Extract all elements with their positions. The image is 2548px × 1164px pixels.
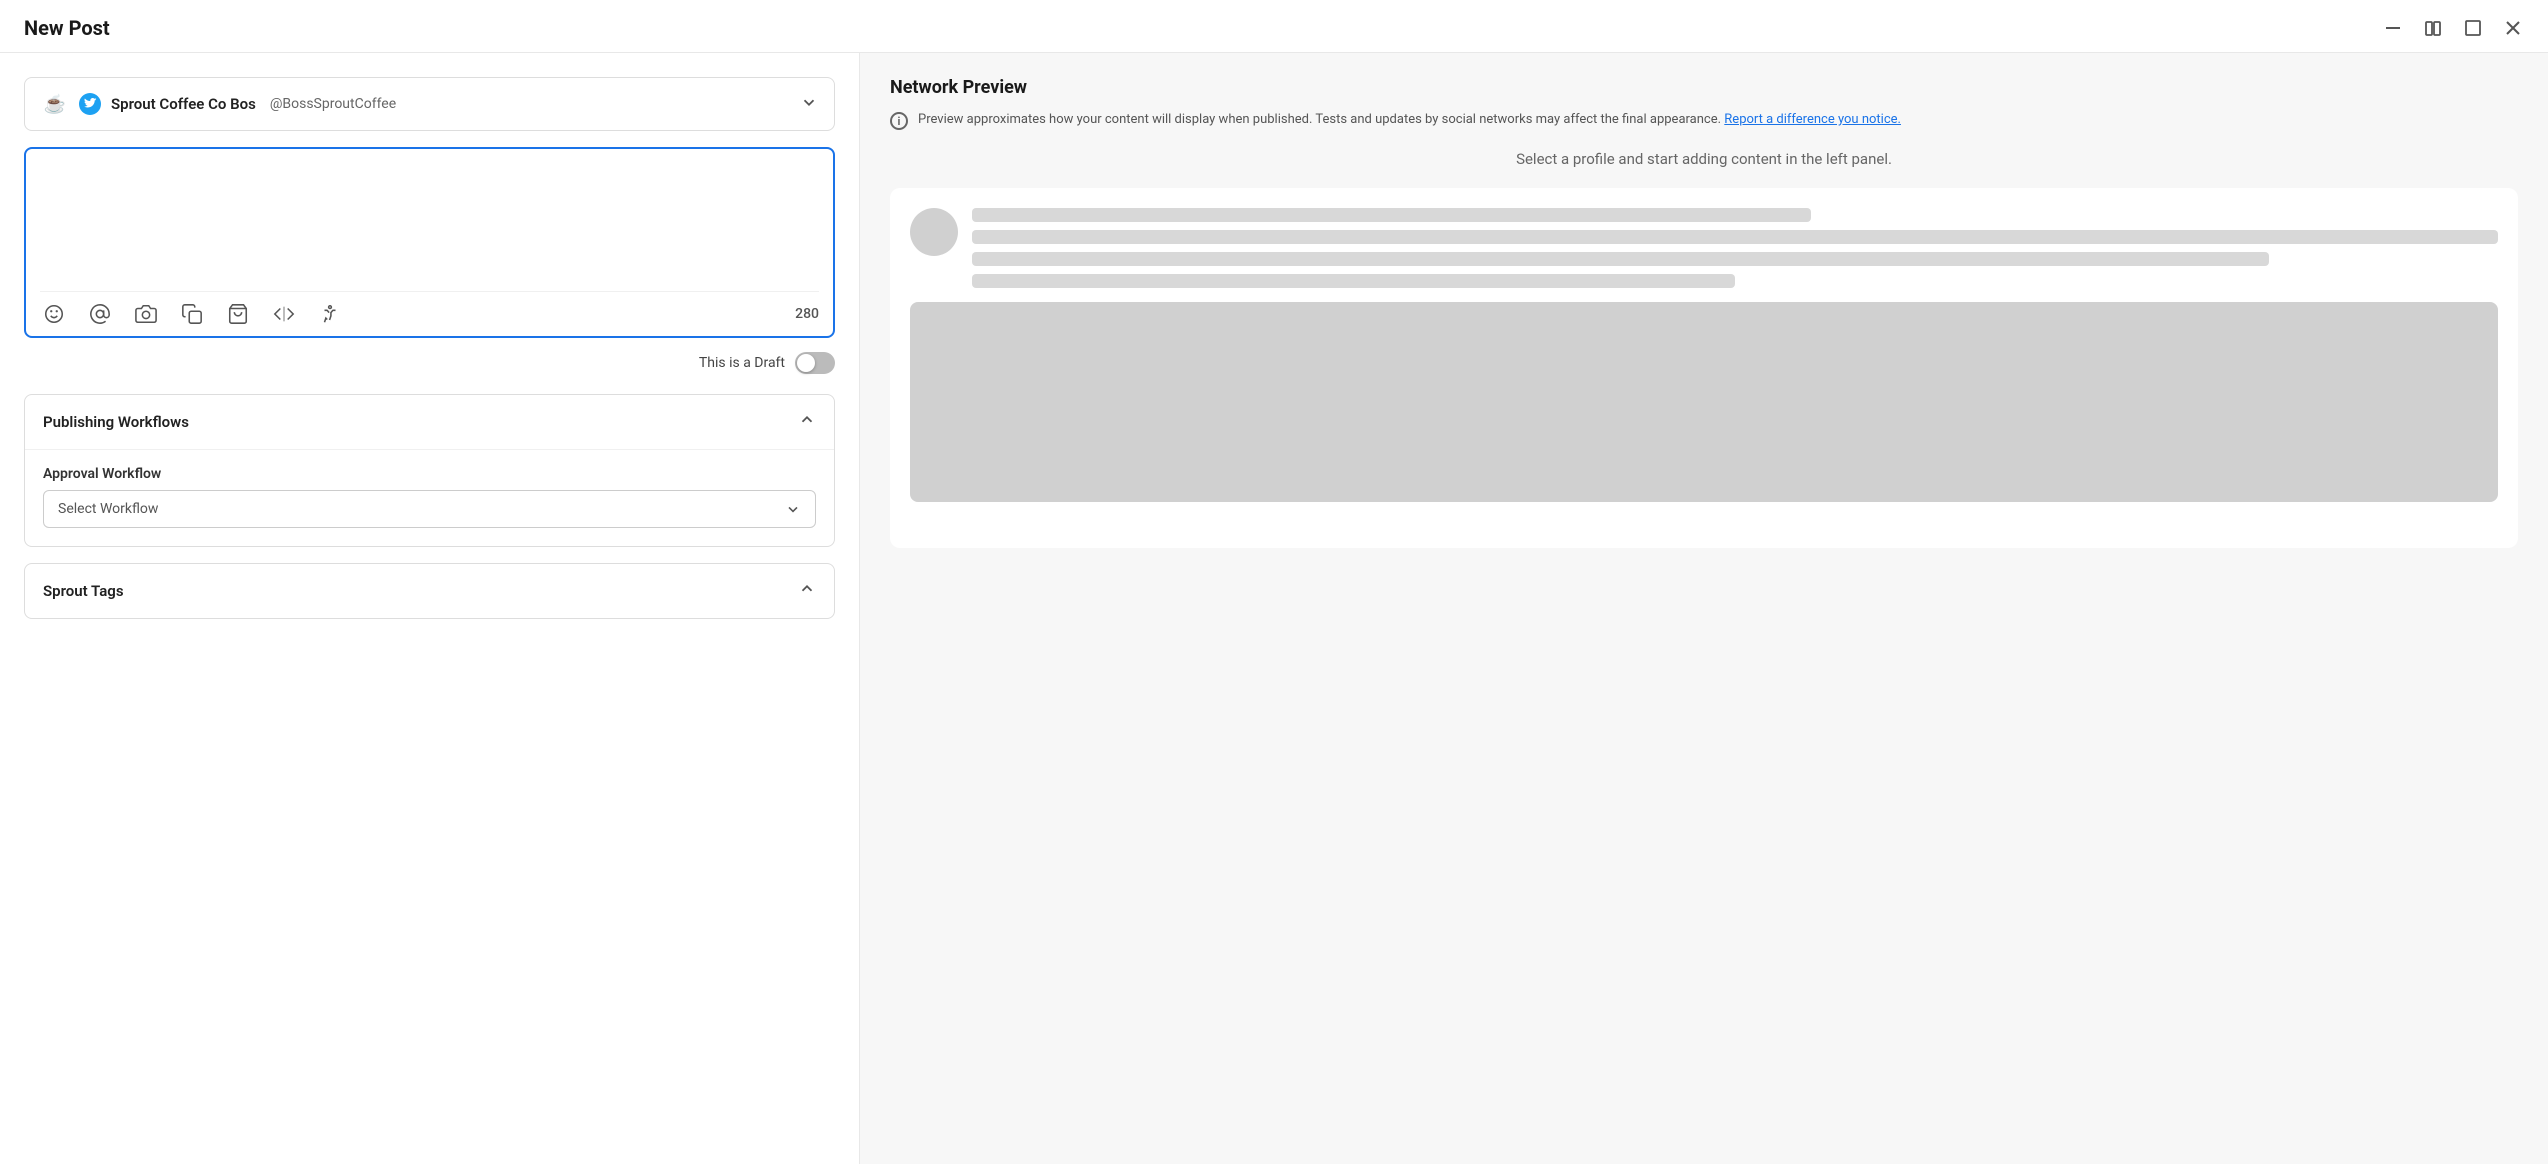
sprout-tags-chevron-icon <box>798 580 816 602</box>
right-panel: Network Preview i Preview approximates h… <box>860 53 2548 1164</box>
publishing-workflows-header[interactable]: Publishing Workflows <box>25 395 834 449</box>
toolbar: 280 <box>40 291 819 328</box>
duplicate-icon[interactable] <box>178 300 206 328</box>
sprout-tags-title: Sprout Tags <box>43 582 124 600</box>
product-icon[interactable] <box>224 300 252 328</box>
emoji-icon[interactable] <box>40 300 68 328</box>
mock-line-3 <box>972 252 2269 266</box>
draft-toggle[interactable] <box>795 352 835 374</box>
mock-line-1 <box>972 208 1811 222</box>
preview-mockup <box>890 188 2518 548</box>
sprout-tags-header[interactable]: Sprout Tags <box>25 564 834 618</box>
camera-icon[interactable] <box>132 300 160 328</box>
mock-avatar <box>910 208 958 256</box>
twitter-icon <box>79 93 101 115</box>
publishing-workflows-chevron-icon <box>798 411 816 433</box>
sprout-tags-section: Sprout Tags <box>24 563 835 619</box>
profile-left: ☕ Sprout Coffee Co Bos @BossSproutCoffee <box>41 90 396 118</box>
expand-icon[interactable] <box>2422 17 2444 39</box>
preview-placeholder-text: Select a profile and start adding conten… <box>890 150 2518 168</box>
network-preview-title: Network Preview <box>890 77 2518 98</box>
accessibility-icon[interactable] <box>316 300 344 328</box>
report-difference-link[interactable]: Report a difference you notice. <box>1724 112 1901 127</box>
draft-label: This is a Draft <box>699 355 785 371</box>
info-icon: i <box>890 112 908 130</box>
publishing-workflows-section: Publishing Workflows Approval Workflow S… <box>24 394 835 547</box>
modal-title: New Post <box>24 16 110 40</box>
mock-line-4 <box>972 274 1735 288</box>
preview-info-text: Preview approximates how your content wi… <box>918 110 1901 130</box>
profile-selector[interactable]: ☕ Sprout Coffee Co Bos @BossSproutCoffee <box>24 77 835 131</box>
close-icon[interactable] <box>2502 17 2524 39</box>
left-panel: ☕ Sprout Coffee Co Bos @BossSproutCoffee <box>0 53 860 1164</box>
mock-image <box>910 302 2498 502</box>
profile-handle: @BossSproutCoffee <box>270 96 396 112</box>
compose-textarea[interactable] <box>40 163 819 283</box>
modal: New Post <box>0 0 2548 1164</box>
mock-top <box>910 208 2498 288</box>
publishing-workflows-body: Approval Workflow Select Workflow <box>25 449 834 546</box>
maximize-icon[interactable] <box>2462 17 2484 39</box>
toggle-knob <box>797 354 815 372</box>
char-count: 280 <box>795 306 819 322</box>
modal-header: New Post <box>0 0 2548 53</box>
preview-info: i Preview approximates how your content … <box>890 110 2518 130</box>
profile-name: Sprout Coffee Co Bos <box>111 95 256 113</box>
draft-toggle-row: This is a Draft <box>24 352 835 374</box>
select-workflow-placeholder: Select Workflow <box>58 501 158 517</box>
header-controls <box>2382 17 2524 39</box>
mock-lines <box>972 208 2498 288</box>
mention-icon[interactable] <box>86 300 114 328</box>
coffee-icon: ☕ <box>41 90 69 118</box>
variable-icon[interactable] <box>270 300 298 328</box>
approval-workflow-label: Approval Workflow <box>43 466 816 482</box>
minimize-icon[interactable] <box>2382 17 2404 39</box>
profile-chevron-icon <box>800 93 818 115</box>
select-workflow-dropdown[interactable]: Select Workflow <box>43 490 816 528</box>
compose-area: 280 <box>24 147 835 338</box>
publishing-workflows-title: Publishing Workflows <box>43 413 189 431</box>
modal-body: ☕ Sprout Coffee Co Bos @BossSproutCoffee <box>0 53 2548 1164</box>
mock-line-2 <box>972 230 2498 244</box>
